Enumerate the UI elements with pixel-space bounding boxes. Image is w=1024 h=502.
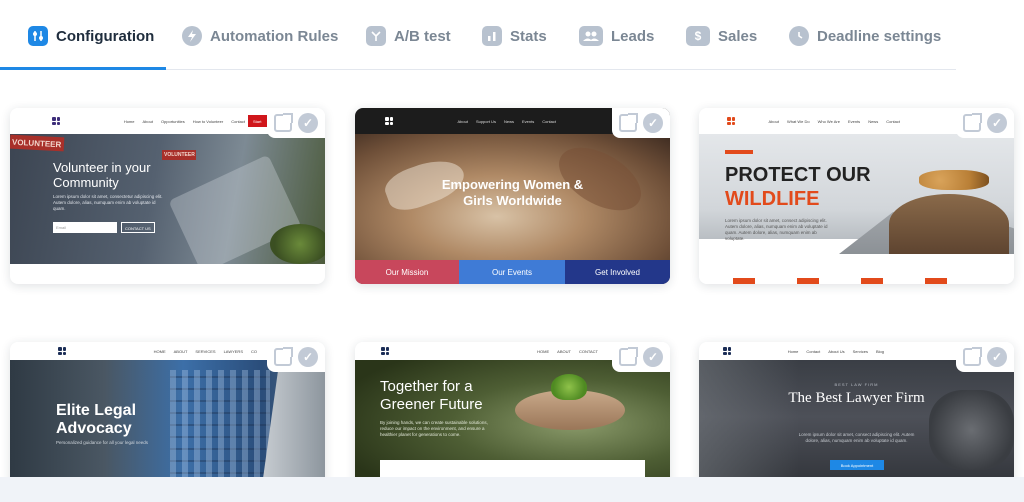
template-card-women[interactable]: About Support Us News Events Contact Empower… xyxy=(355,108,670,284)
hero-title: Empowering Women & Girls Worldwide xyxy=(441,177,584,208)
active-tab-indicator xyxy=(0,67,166,70)
tab-label: A/B test xyxy=(394,27,451,45)
check-icon[interactable]: ✓ xyxy=(643,113,663,133)
nav-links: Home Contact About Us Services Blog xyxy=(787,348,884,354)
tab-label: Leads xyxy=(611,27,655,45)
nav-links: HOME ABOUT SERVICES LAWYERS CO xyxy=(153,348,257,354)
hero-title: Volunteer in your Community xyxy=(53,160,151,190)
get-involved-button: Get Involved xyxy=(565,260,670,284)
volunteer-badge-small: VOLUNTEER xyxy=(162,150,196,160)
external-link-icon[interactable] xyxy=(619,347,638,366)
nav-links: Home About Opportunities How to Volunteer Co… xyxy=(123,118,245,124)
hero-text: Lorem ipsum dolor sit amet, consect adip… xyxy=(798,432,915,443)
hero-title: Elite Legal Advocacy xyxy=(56,402,137,437)
book-appointment-button: Book Appointment xyxy=(830,460,884,470)
tab-label: Stats xyxy=(510,27,547,45)
template-card-volunteer[interactable]: Home About Opportunities How to Volunteer Co… xyxy=(10,108,325,284)
bottom-bar xyxy=(0,477,1024,502)
cheetah-image xyxy=(919,170,989,190)
tab-automation-rules[interactable]: Automation Rules xyxy=(182,22,338,50)
stats-row-cutoff xyxy=(733,278,973,284)
check-icon[interactable]: ✓ xyxy=(643,347,663,367)
hero-text: By joining hands, we can create sustaina… xyxy=(380,420,488,437)
external-link-icon[interactable] xyxy=(619,113,638,132)
bolt-icon xyxy=(182,26,202,46)
logo-icon xyxy=(385,117,393,125)
external-link-icon[interactable] xyxy=(963,113,982,132)
hero-text: Lorem ipsum dolor sit amet, consectetur … xyxy=(53,194,163,211)
card-actions: ✓ xyxy=(612,108,670,138)
tab-leads[interactable]: Leads xyxy=(579,22,654,50)
logo-icon xyxy=(727,117,735,125)
seedling-image xyxy=(551,374,587,400)
external-link-icon[interactable] xyxy=(274,347,293,366)
tab-sales[interactable]: $ Sales xyxy=(686,22,757,50)
card-actions: ✓ xyxy=(956,108,1014,138)
contact-button: CONTACT US xyxy=(121,222,155,233)
our-events-button: Our Events xyxy=(459,260,565,284)
clock-icon xyxy=(789,26,809,46)
hero-text: Personalized guidance for all your legal… xyxy=(56,440,149,445)
rock-image xyxy=(889,194,1009,254)
card-actions: ✓ xyxy=(956,342,1014,372)
card-actions: ✓ xyxy=(267,108,325,138)
tab-stats[interactable]: Stats xyxy=(482,22,547,50)
hero-title: The Best Lawyer Firm xyxy=(788,390,925,406)
tab-label: Configuration xyxy=(56,27,155,45)
check-icon[interactable]: ✓ xyxy=(987,347,1007,367)
logo-icon xyxy=(52,117,60,125)
nav-links: About What We Do Who We Are Events News Conta… xyxy=(768,118,901,124)
tab-bar: Configuration Automation Rules A/B test … xyxy=(0,0,956,70)
logo-icon xyxy=(58,347,66,355)
check-icon[interactable]: ✓ xyxy=(298,113,318,133)
split-icon xyxy=(366,26,386,46)
template-hero: VOLUNTEER VOLUNTEER Volunteer in your Co… xyxy=(10,134,325,264)
hero-text: Lorem ipsum dolor sit amet, consect adip… xyxy=(725,218,828,241)
hero-title-line2: WILDLIFE xyxy=(725,188,820,210)
check-icon[interactable]: ✓ xyxy=(987,113,1007,133)
card-actions: ✓ xyxy=(612,342,670,372)
hero-title: Together for a Greener Future xyxy=(380,378,483,413)
template-hero: Empowering Women & Girls Worldwide Our M… xyxy=(355,134,670,284)
tab-ab-test[interactable]: A/B test xyxy=(366,22,451,50)
tab-configuration[interactable]: Configuration xyxy=(28,22,154,50)
external-link-icon[interactable] xyxy=(274,113,293,132)
template-hero: PROTECT OUR WILDLIFE Lorem ipsum dolor s… xyxy=(699,134,1014,284)
tab-label: Deadline settings xyxy=(817,27,942,45)
email-input: Email xyxy=(53,222,117,233)
template-card-wildlife[interactable]: About What We Do Who We Are Events News Conta… xyxy=(699,108,1014,284)
bar-chart-icon xyxy=(482,26,502,46)
check-icon[interactable]: ✓ xyxy=(298,347,318,367)
tab-label: Automation Rules xyxy=(210,27,339,45)
hero-kicker: BEST LAW FIRM xyxy=(834,382,879,387)
tab-deadline-settings[interactable]: Deadline settings xyxy=(789,22,941,50)
plant-image xyxy=(270,224,325,264)
users-icon xyxy=(579,26,603,46)
tab-label: Sales xyxy=(718,27,758,45)
dollar-icon: $ xyxy=(686,26,710,46)
nav-links: HOME ABOUT CONTACT xyxy=(537,348,598,354)
external-link-icon[interactable] xyxy=(963,347,982,366)
logo-icon xyxy=(723,347,731,355)
nav-links: About Support Us News Events Contact xyxy=(457,118,556,124)
volunteer-badge: VOLUNTEER xyxy=(10,134,65,152)
our-mission-button: Our Mission xyxy=(355,260,459,284)
card-actions: ✓ xyxy=(267,342,325,372)
accent-bar xyxy=(725,150,753,154)
logo-icon xyxy=(381,347,389,355)
hero-title-line1: PROTECT OUR xyxy=(725,164,871,186)
sliders-icon xyxy=(28,26,48,46)
